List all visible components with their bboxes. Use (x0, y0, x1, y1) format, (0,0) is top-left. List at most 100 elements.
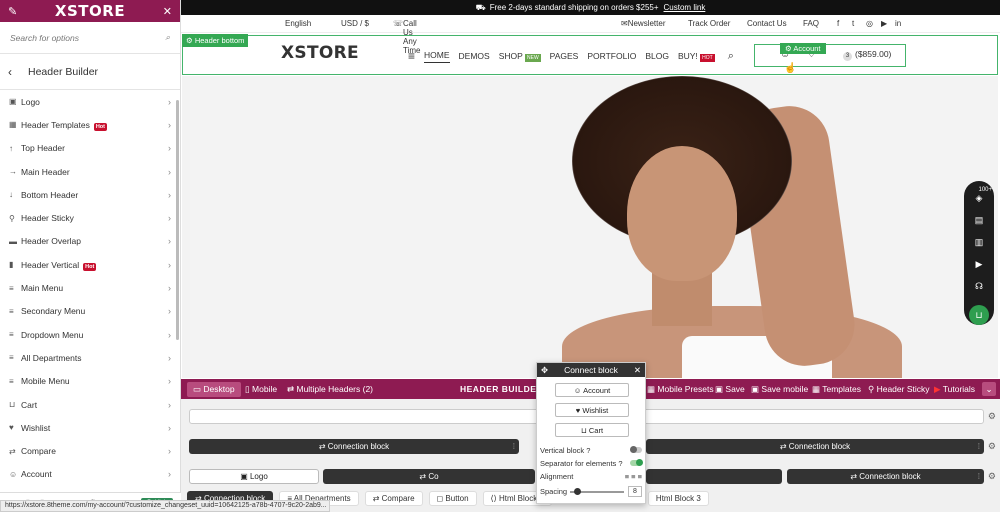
nav-shop[interactable]: SHOP NEW (499, 51, 541, 62)
chevron-right-icon: › (168, 376, 171, 387)
phone-link[interactable]: ☏ Call Us Any Time (393, 19, 421, 55)
logo-element[interactable]: ▣ Logo (189, 469, 319, 484)
gear-icon[interactable]: ⚙ (988, 471, 996, 482)
layout-icon[interactable]: ▤ (972, 213, 986, 227)
templates-button[interactable]: ▦ Templates (812, 384, 861, 395)
sidebar-item-header-vertical[interactable]: ▮ Header Vertical Hot › (0, 253, 180, 276)
close-icon[interactable]: ✕ (634, 365, 641, 376)
sidebar-item-wishlist[interactable]: ♥ Wishlist › (0, 416, 180, 439)
sidebar-item-bottom-header[interactable]: ↓ Bottom Header › (0, 183, 180, 206)
main-element-block[interactable] (646, 469, 782, 484)
facebook-icon[interactable]: f (837, 19, 839, 28)
sidebar-scrollbar[interactable] (176, 100, 179, 340)
connection-block[interactable]: ⇄ Connection block ⁞ (787, 469, 984, 484)
mobile-tab[interactable]: ▯ Mobile (245, 384, 277, 395)
gear-icon[interactable]: ⚙ (988, 411, 996, 422)
save-button[interactable]: ▣ Save (715, 384, 745, 395)
new-badge: NEW (525, 54, 541, 62)
multiple-headers-tab[interactable]: ⇄ Multiple Headers (2) (287, 384, 373, 395)
mobile-presets-button[interactable]: ▦ Mobile Presets (647, 384, 714, 395)
sidebar-item-top-header[interactable]: ↑ Top Header › (0, 137, 180, 160)
play-icon[interactable]: ▶ (972, 257, 986, 271)
linkedin-icon[interactable]: in (895, 19, 901, 28)
nav-home[interactable]: HOME (424, 50, 450, 63)
chevron-right-icon: › (168, 166, 171, 177)
currency-select[interactable]: USD / $ (341, 19, 369, 28)
nav-portfolio[interactable]: PORTFOLIO (587, 51, 636, 61)
site-logo[interactable]: XSTORE (281, 43, 359, 63)
support-icon[interactable]: ☊ (972, 279, 986, 293)
popup-header[interactable]: ✥ Connect block ✕ (537, 363, 645, 377)
search-input[interactable]: Search for options ⌕ (0, 22, 180, 54)
cart-count: 3 (843, 52, 852, 61)
chip-compare[interactable]: ⇄ Compare (364, 491, 423, 506)
chip-button[interactable]: ◻ Button (428, 491, 477, 506)
sidebar-item-account[interactable]: ☺ Account › (0, 463, 180, 486)
sidebar-item-main-menu[interactable]: ≡ Main Menu › (0, 276, 180, 299)
cart-icon[interactable]: ⊔ (969, 305, 989, 325)
nav-demos[interactable]: DEMOS (459, 51, 490, 61)
templates-icon: ▦ (9, 120, 17, 130)
contact-link[interactable]: Contact Us (747, 19, 787, 28)
heart-icon: ♥ (9, 423, 14, 433)
move-icon[interactable]: ✥ (541, 365, 548, 376)
language-select[interactable]: English (285, 19, 311, 28)
sidebar-item-header-overlap[interactable]: ▬ Header Overlap › (0, 230, 180, 253)
separator-row: Separator for elements ? (540, 459, 644, 468)
header-bottom-label[interactable]: ⚙ Header bottom (182, 34, 249, 47)
docs-icon[interactable]: ▥ (972, 235, 986, 249)
sidebar-item-secondary-menu[interactable]: ≡ Secondary Menu › (0, 300, 180, 323)
header-sticky-button[interactable]: ⚲ Header Sticky (868, 384, 930, 395)
track-order-link[interactable]: Track Order (688, 19, 730, 28)
floating-toolbar: ◈ ▤ ▥ ▶ ☊ ⊔ (964, 181, 994, 325)
sidebar-item-header-templates[interactable]: ▦ Header Templates Hot › (0, 113, 180, 136)
promo-link[interactable]: Custom link (664, 3, 706, 12)
instagram-icon[interactable]: ◎ (866, 19, 873, 28)
connection-block[interactable]: ⇄ Connection block ⁞ (189, 439, 519, 454)
account-element-tag[interactable]: ⚙ Account (780, 43, 826, 54)
sidebar-item-compare[interactable]: ⇄ Compare › (0, 439, 180, 462)
main-header-preview[interactable]: XSTORE ≡ HOME DEMOS SHOP NEW PAGES PORTF… (182, 35, 998, 75)
chevron-down-icon[interactable]: ⌄ (982, 382, 996, 396)
back-button[interactable]: ‹ Header Builder (0, 54, 180, 90)
close-icon[interactable]: ✕ (163, 5, 172, 18)
cart-summary[interactable]: 3 ($859.00) (843, 49, 891, 61)
align-icons[interactable]: ≡ ≡ ≡ (625, 472, 642, 481)
nav-pages[interactable]: PAGES (550, 51, 579, 61)
popup-wishlist-button[interactable]: ♥ Wishlist (555, 403, 629, 417)
sidebar-item-all-departments[interactable]: ≡ All Departments › (0, 346, 180, 369)
separator-toggle[interactable] (630, 459, 643, 466)
faq-link[interactable]: FAQ (803, 19, 819, 28)
spacing-input[interactable]: 8 (628, 486, 642, 497)
newsletter-link[interactable]: ✉ Newsletter (621, 19, 666, 28)
popup-cart-button[interactable]: ⊔ Cart (555, 423, 629, 437)
chevron-right-icon: › (168, 422, 171, 433)
menu-icon: ≡ (9, 353, 14, 363)
spacing-slider[interactable] (570, 488, 624, 495)
gear-icon[interactable]: ⚙ (988, 441, 996, 452)
connection-block[interactable]: ⇄ Connection block ⁞ (646, 439, 984, 454)
vertical-block-toggle[interactable] (630, 446, 642, 453)
layers-icon[interactable]: ◈ (972, 191, 986, 205)
chevron-right-icon: › (168, 236, 171, 247)
popup-account-button[interactable]: ☺ Account (555, 383, 629, 397)
chevron-right-icon: › (168, 119, 171, 130)
sidebar-item-main-header[interactable]: → Main Header › (0, 160, 180, 183)
desktop-tab[interactable]: ▭ Desktop (187, 382, 241, 397)
tutorials-button[interactable]: ▶ Tutorials (934, 384, 975, 395)
sidebar-item-cart[interactable]: ⊔ Cart › (0, 393, 180, 416)
sidebar-item-header-sticky[interactable]: ⚲ Header Sticky › (0, 206, 180, 229)
hamburger-icon[interactable]: ≡ (408, 49, 415, 63)
nav-buy[interactable]: BUY! HOT (678, 51, 715, 62)
pin-icon[interactable]: ✎ (8, 5, 17, 18)
connection-block[interactable]: ⇄ Co (323, 469, 535, 484)
sidebar-item-logo[interactable]: ▣ Logo › (0, 90, 180, 113)
save-mobile-button[interactable]: ▣ Save mobile (751, 384, 808, 395)
search-icon[interactable]: ⌕ (728, 50, 734, 63)
sidebar-item-mobile-menu[interactable]: ≡ Mobile Menu › (0, 370, 180, 393)
sidebar-item-dropdown-menu[interactable]: ≡ Dropdown Menu › (0, 323, 180, 346)
chip-html-block-3[interactable]: Html Block 3 (647, 491, 709, 506)
nav-blog[interactable]: BLOG (645, 51, 669, 61)
twitter-icon[interactable]: t (852, 19, 854, 28)
youtube-icon[interactable]: ▶ (881, 19, 887, 28)
